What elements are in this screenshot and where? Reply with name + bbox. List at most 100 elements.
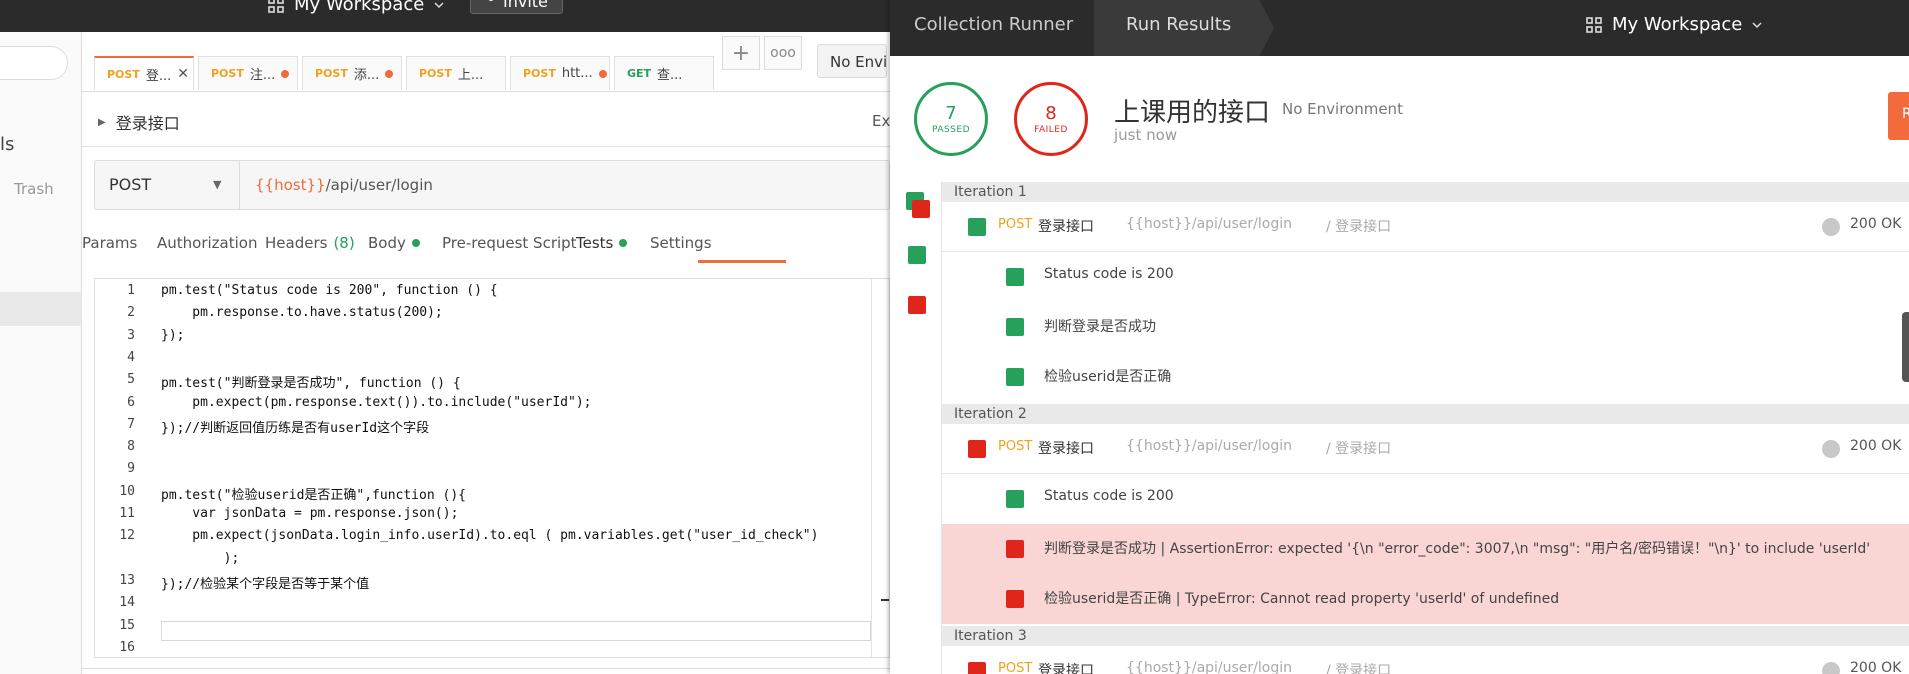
request-folder: / 登录接口 bbox=[1326, 219, 1392, 235]
fail-icon bbox=[1006, 590, 1024, 608]
sidebar: ls Trash bbox=[0, 32, 82, 674]
line-number: 12 bbox=[119, 528, 135, 544]
request-tab[interactable]: GET 查... bbox=[614, 56, 714, 90]
caret-right-icon: ▶ bbox=[98, 116, 106, 128]
tab-params[interactable]: Params bbox=[82, 234, 137, 252]
tab-body[interactable]: Body bbox=[368, 234, 420, 252]
sidebar-item-label[interactable]: ls bbox=[0, 134, 14, 155]
sidebar-tab-trash[interactable]: Trash bbox=[14, 180, 54, 198]
tab-authorization[interactable]: Authorization bbox=[157, 234, 257, 252]
tab-method: GET bbox=[627, 67, 652, 80]
request-tab[interactable]: POST 上... bbox=[406, 56, 506, 90]
plus-icon[interactable]: + bbox=[722, 36, 760, 70]
line-number: 15 bbox=[119, 617, 135, 633]
passed-count: 7 bbox=[945, 103, 957, 124]
workspace-switcher[interactable]: My Workspace bbox=[1586, 14, 1762, 35]
request-tab[interactable]: POST 注... bbox=[198, 56, 298, 90]
status-dot-icon bbox=[619, 239, 628, 247]
breadcrumb-collection-runner[interactable]: Collection Runner bbox=[914, 14, 1073, 35]
test-name: 检验userid是否正确 bbox=[1044, 369, 1172, 385]
iteration-header: Iteration 3 bbox=[942, 626, 1909, 646]
test-name: 判断登录是否成功 bbox=[1044, 319, 1156, 335]
test-result-row: 检验userid是否正确 bbox=[942, 352, 1909, 402]
workspace-switcher[interactable]: My Workspace bbox=[268, 0, 444, 15]
code-editor[interactable]: 1 pm.test("Status code is 200", function … bbox=[94, 278, 890, 658]
status-dot-icon bbox=[411, 239, 420, 247]
grid-icon bbox=[1586, 16, 1602, 33]
caret-down-icon: ▼ bbox=[213, 178, 222, 191]
tab-method: POST bbox=[315, 67, 348, 80]
tab-label: Pre-request Script bbox=[442, 234, 577, 252]
sidebar-search-input[interactable] bbox=[0, 46, 68, 80]
request-result-row[interactable]: POST 登录接口 {{host}}/api/user/login / 登录接口… bbox=[942, 646, 1909, 674]
line-number: 5 bbox=[127, 372, 135, 388]
environment-select[interactable]: No Envi bbox=[817, 44, 887, 78]
request-method: POST bbox=[998, 661, 1033, 674]
code-line: pm.expect(pm.response.text()).to.include… bbox=[161, 394, 592, 410]
tab-prerequest-script[interactable]: Pre-request Script bbox=[442, 234, 577, 252]
fail-icon bbox=[968, 440, 986, 458]
request-title[interactable]: ▶ 登录接口 bbox=[98, 110, 180, 134]
line-number: 13 bbox=[119, 572, 135, 588]
code-line: pm.test("Status code is 200", function (… bbox=[161, 283, 498, 298]
pass-icon bbox=[1006, 268, 1024, 286]
headers-count: (8) bbox=[333, 234, 355, 252]
code-line: pm.test("判断登录是否成功", function () { bbox=[161, 376, 461, 392]
tab-label: Headers bbox=[265, 234, 328, 252]
tab-name: 登... bbox=[145, 68, 172, 84]
request-result-row[interactable]: POST 登录接口 {{host}}/api/user/login / 登录接口… bbox=[942, 424, 1909, 474]
request-tab[interactable]: POST 添... bbox=[302, 56, 402, 90]
url-input[interactable]: {{host}}/api/user/login bbox=[255, 176, 433, 194]
status-dot-icon bbox=[1822, 440, 1840, 458]
tab-method: POST bbox=[419, 67, 452, 80]
active-line bbox=[161, 621, 871, 641]
iteration-overview bbox=[890, 182, 942, 674]
request-builder: POST 登... ✕ POST 注... POST 添... POST 上..… bbox=[82, 32, 890, 674]
workspace-label: My Workspace bbox=[294, 0, 425, 15]
fail-icon bbox=[968, 662, 986, 674]
pass-icon bbox=[1006, 318, 1024, 336]
iteration-status-icon[interactable] bbox=[908, 246, 926, 264]
request-folder: / 登录接口 bbox=[1326, 663, 1392, 674]
runner-window: Collection Runner Run Results My Workspa… bbox=[890, 0, 1909, 674]
code-line: var jsonData = pm.response.json(); bbox=[161, 506, 459, 521]
tab-headers[interactable]: Headers (8) bbox=[265, 234, 355, 252]
examples-link[interactable]: Ex bbox=[872, 112, 890, 130]
request-name: 登录接口 bbox=[115, 114, 180, 133]
tab-name: 查... bbox=[657, 68, 683, 83]
iteration-status-icon[interactable] bbox=[912, 200, 930, 218]
person-add-icon bbox=[488, 0, 494, 1]
code-line: pm.expect(jsonData.login_info.userId).to… bbox=[161, 528, 819, 544]
request-tab[interactable]: POST 登... ✕ bbox=[94, 56, 194, 90]
code-line: ); bbox=[161, 550, 240, 566]
run-again-button[interactable]: R bbox=[1888, 92, 1909, 140]
code-line: pm.test("检验userid是否正确",function (){ bbox=[161, 487, 466, 503]
iteration-status-icon[interactable] bbox=[908, 296, 926, 314]
test-name: 检验userid是否正确 | TypeError: Cannot read pr… bbox=[1044, 591, 1560, 607]
line-number: 7 bbox=[127, 416, 135, 432]
request-tab[interactable]: POST htt... bbox=[510, 56, 610, 90]
tab-tests[interactable]: Tests bbox=[576, 234, 628, 252]
breadcrumb-run-results[interactable]: Run Results bbox=[1126, 14, 1231, 35]
pass-icon bbox=[1006, 490, 1024, 508]
sidebar-selected-item[interactable] bbox=[0, 292, 82, 326]
more-icon[interactable]: ooo bbox=[764, 36, 802, 70]
invite-button[interactable]: Invite bbox=[470, 0, 563, 14]
request-url: {{host}}/api/user/login bbox=[1126, 438, 1292, 454]
request-folder: / 登录接口 bbox=[1326, 441, 1392, 457]
close-icon[interactable]: ✕ bbox=[177, 66, 189, 82]
url-variable: {{host}} bbox=[255, 176, 326, 194]
tab-name: htt... bbox=[561, 66, 593, 81]
tab-label: Params bbox=[82, 234, 138, 252]
scrollbar-thumb[interactable] bbox=[1902, 312, 1909, 382]
tab-method: POST bbox=[107, 67, 140, 81]
request-result-row[interactable]: POST 登录接口 {{host}}/api/user/login / 登录接口… bbox=[942, 202, 1909, 252]
request-name: 登录接口 bbox=[1038, 663, 1094, 674]
test-name: 判断登录是否成功 | AssertionError: expected '{\n… bbox=[1044, 541, 1871, 557]
status-dot-icon bbox=[1822, 662, 1840, 674]
failed-count: 8 bbox=[1045, 103, 1057, 124]
tab-settings[interactable]: Settings bbox=[650, 234, 712, 252]
editor-ruler bbox=[871, 279, 872, 657]
fail-icon bbox=[1006, 540, 1024, 558]
passed-label: PASSED bbox=[931, 125, 971, 135]
